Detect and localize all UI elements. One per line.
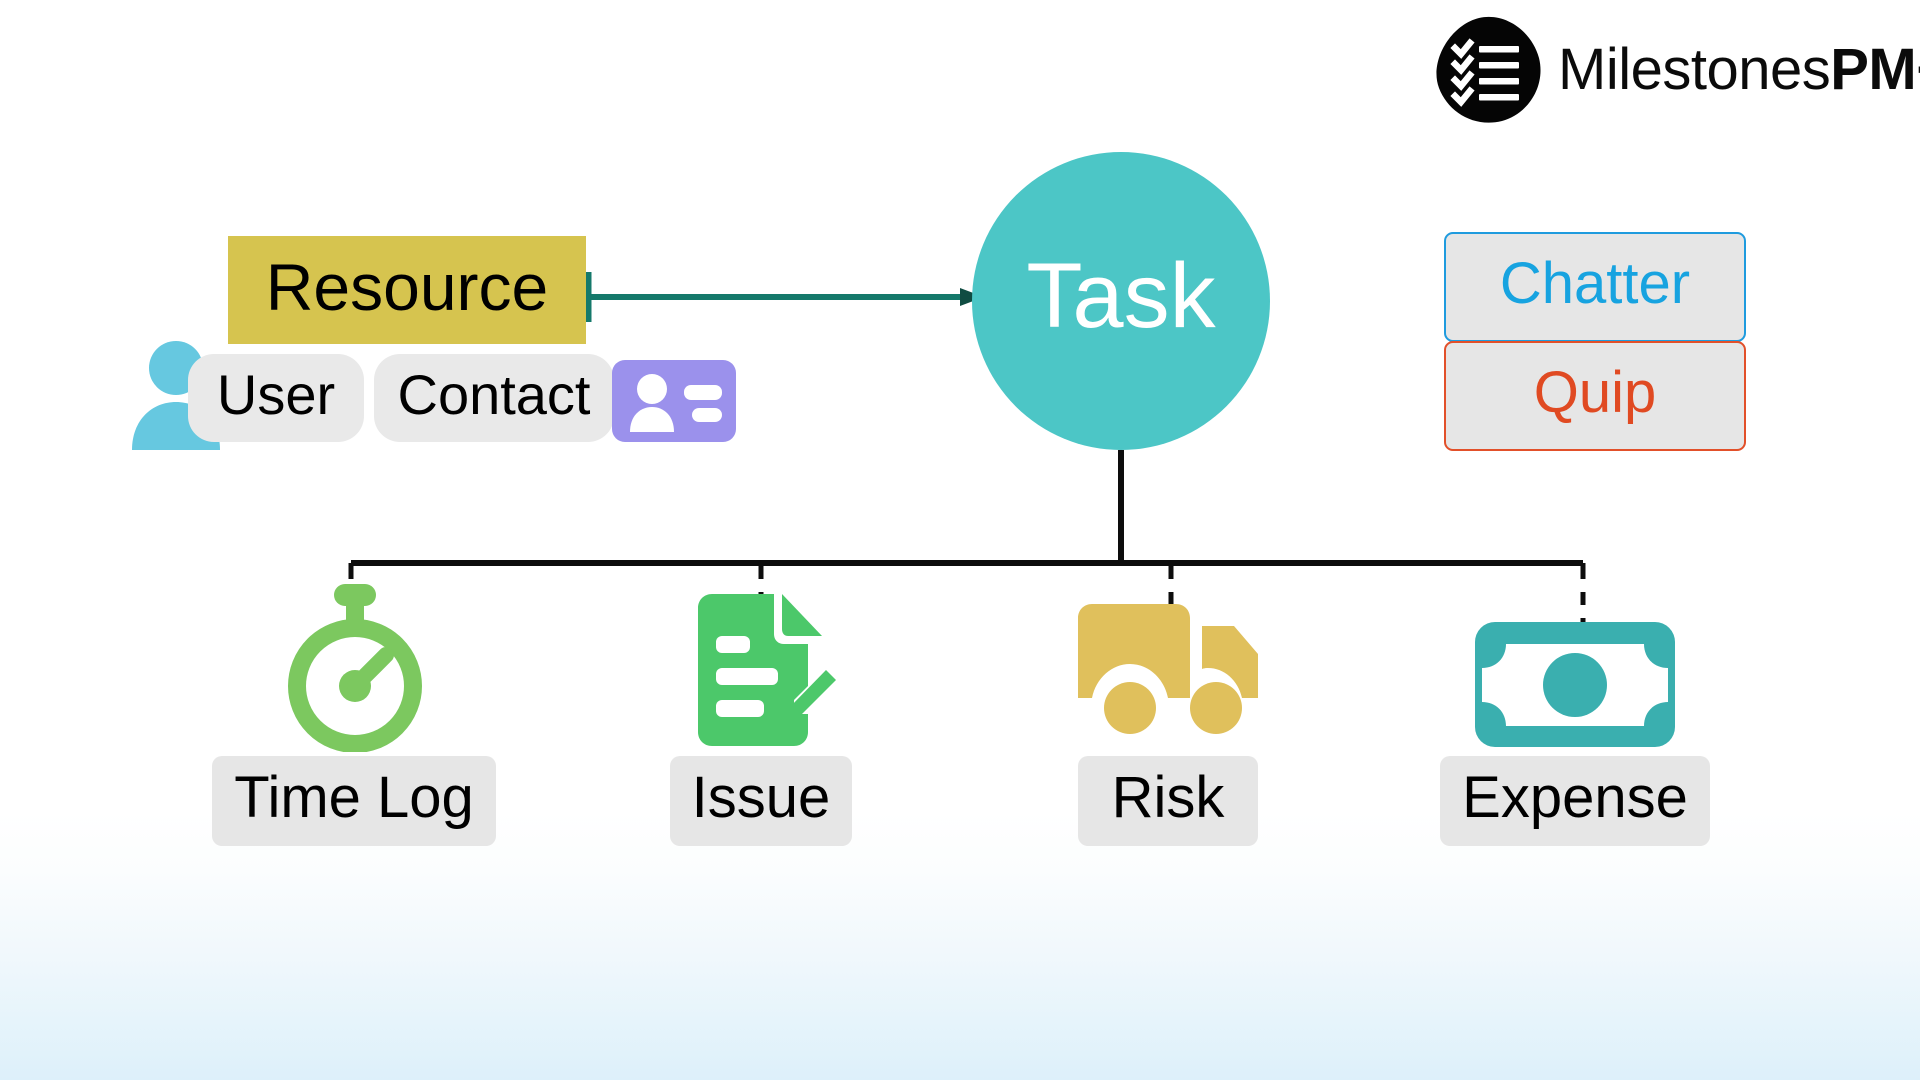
contact-chip[interactable]: Contact <box>374 354 614 442</box>
time-log-label: Time Log <box>234 765 474 830</box>
issue-icon-wrap <box>686 582 836 752</box>
expense-label: Expense <box>1462 765 1688 830</box>
expense-label-box: Expense <box>1440 756 1710 846</box>
time-log-label-box: Time Log <box>212 756 496 846</box>
issue-label: Issue <box>691 765 831 830</box>
quip-label: Quip <box>1533 360 1657 425</box>
brand-name-light: Milestones <box>1558 37 1831 102</box>
background-gradient <box>0 812 1920 1080</box>
chatter-node[interactable]: Chatter <box>1444 232 1746 342</box>
resource-node[interactable]: Resource <box>228 236 586 344</box>
brand-logo[interactable]: MilestonesPM+ <box>1432 16 1920 124</box>
quip-node[interactable]: Quip <box>1444 341 1746 451</box>
stopwatch-icon <box>288 584 422 752</box>
brand-wordmark: MilestonesPM+ <box>1558 41 1920 99</box>
time-log-icon-wrap <box>274 582 434 752</box>
brand-name-bold: PM+ <box>1830 37 1920 102</box>
banknote-icon <box>1475 622 1675 747</box>
user-chip[interactable]: User <box>188 354 364 442</box>
risk-label-box: Risk <box>1078 756 1258 846</box>
expense-node[interactable]: Expense <box>1420 582 1730 846</box>
truck-icon <box>1078 604 1258 734</box>
risk-node[interactable]: Risk <box>1013 582 1323 846</box>
document-pencil-icon <box>698 594 836 746</box>
risk-label: Risk <box>1111 765 1225 830</box>
user-chip-label: User <box>216 363 336 426</box>
contact-card-icon <box>612 360 736 442</box>
issue-node[interactable]: Issue <box>606 582 916 846</box>
chatter-label: Chatter <box>1499 251 1691 316</box>
diagram-canvas: MilestonesPM+ Resource User Contact Task… <box>0 0 1920 1080</box>
issue-label-box: Issue <box>669 756 853 846</box>
checklist-blob-icon <box>1436 16 1541 123</box>
contact-chip-label: Contact <box>397 363 591 426</box>
expense-icon-wrap <box>1470 582 1680 752</box>
risk-icon-wrap <box>1068 582 1268 752</box>
resource-label: Resource <box>265 250 549 324</box>
task-label: Task <box>1026 245 1216 347</box>
task-node[interactable]: Task <box>972 152 1270 450</box>
time-log-node[interactable]: Time Log <box>199 582 509 846</box>
